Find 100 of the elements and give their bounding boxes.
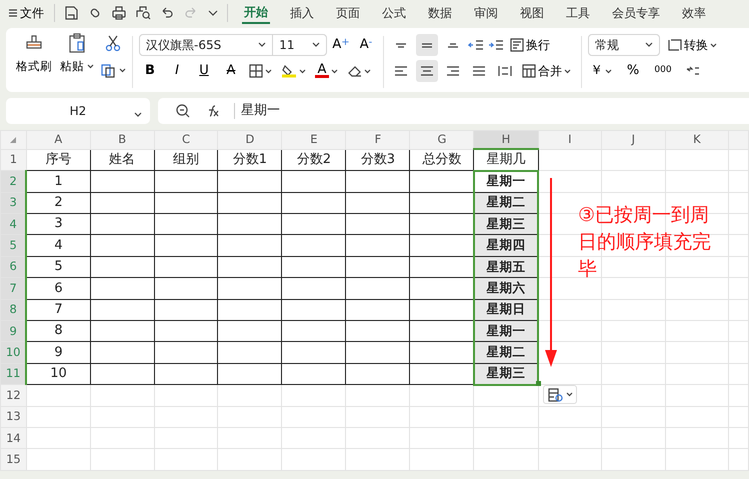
italic-button[interactable]: I <box>166 60 188 82</box>
ribbon-tab[interactable]: 插入 <box>288 3 316 23</box>
column-header[interactable]: D <box>218 130 282 150</box>
ribbon-tab[interactable]: 会员专享 <box>610 3 662 23</box>
table-cell: 7 <box>26 299 90 320</box>
ribbon-tab[interactable]: 数据 <box>426 3 454 23</box>
ribbon-tab[interactable]: 效率 <box>680 3 708 23</box>
file-menu[interactable]: 文件 <box>6 3 46 23</box>
table-cell: 星期二 <box>474 342 538 364</box>
paint-bucket-icon <box>281 63 297 79</box>
table-cell: 星期三 <box>474 214 538 235</box>
column-header[interactable]: G <box>410 130 474 150</box>
wrap-text-button[interactable]: 换行 <box>508 34 552 56</box>
table-cell: 3 <box>26 214 90 235</box>
ribbon-tab[interactable]: 审阅 <box>472 3 500 23</box>
fill-handle[interactable] <box>536 381 541 386</box>
table-cell: 星期四 <box>474 234 538 256</box>
row-header[interactable]: 1 <box>0 149 26 171</box>
vertical-align-button[interactable] <box>416 34 438 56</box>
align-icon <box>498 66 512 76</box>
font-size-select[interactable]: 11 <box>272 34 327 56</box>
align-icon <box>421 42 433 48</box>
formula-field[interactable]: 星期一 <box>241 101 280 121</box>
align-icon <box>447 42 459 48</box>
table-cell: 8 <box>26 320 90 342</box>
currency-button[interactable]: ￥ <box>588 60 614 82</box>
bold-button[interactable]: B <box>139 60 161 82</box>
shrink-font-button[interactable]: A$^{-}$ <box>355 34 377 56</box>
grow-font-button[interactable]: A$^{+}$ <box>330 34 352 56</box>
chevron-icon <box>645 42 653 48</box>
table-cell: 星期一 <box>474 170 538 192</box>
underline-button[interactable]: U <box>193 60 215 82</box>
ribbon-tab[interactable]: 工具 <box>564 3 592 23</box>
table-cell: 5 <box>26 256 90 278</box>
table-cell: 10 <box>26 363 90 385</box>
row-header[interactable]: 15 <box>0 448 26 470</box>
column-header[interactable]: F <box>346 130 410 150</box>
align-icon <box>394 66 408 76</box>
font-color-button[interactable]: A <box>313 60 340 82</box>
caret-icon <box>119 68 126 72</box>
thousands-separator-button[interactable]: 000 <box>652 60 674 82</box>
eraser-icon <box>347 64 362 78</box>
print-preview-icon[interactable] <box>135 5 151 21</box>
select-all-corner[interactable] <box>0 130 26 150</box>
strikethrough-button[interactable]: A <box>220 60 242 82</box>
table-cell: 星期日 <box>474 299 538 320</box>
print-icon[interactable] <box>111 5 127 21</box>
caret-icon <box>299 68 306 74</box>
convert-button[interactable]: 转换 <box>666 34 719 56</box>
zoom-icon[interactable] <box>176 104 190 118</box>
paste-button[interactable]: 粘贴 <box>57 32 97 76</box>
align-icon <box>395 42 407 48</box>
ribbon-tab[interactable]: 视图 <box>518 3 546 23</box>
horizontal-align-button[interactable] <box>416 60 438 82</box>
column-header[interactable]: J <box>602 130 666 150</box>
align-icon <box>446 66 460 76</box>
column-header[interactable]: C <box>154 130 218 150</box>
indent-icon[interactable] <box>488 38 504 52</box>
table-cell: 4 <box>26 234 90 256</box>
number-format-select[interactable]: 常规 <box>588 34 660 56</box>
wrap-icon <box>510 38 524 52</box>
caret-icon <box>265 68 272 74</box>
table-cell: 9 <box>26 342 90 364</box>
table-cell: 2 <box>26 192 90 214</box>
caret-icon <box>605 68 612 74</box>
column-header[interactable]: K <box>665 130 729 150</box>
table-cell: 星期一 <box>474 320 538 342</box>
caret-icon <box>710 42 717 48</box>
font-select[interactable]: 汉仪旗黑-65S <box>139 34 274 56</box>
fill-options-icon <box>548 388 564 402</box>
format-painter-button[interactable]: 格式刷 <box>14 32 54 76</box>
merge-button[interactable]: 合并 <box>520 60 573 82</box>
column-header[interactable]: B <box>90 130 154 150</box>
fill-options-button[interactable] <box>543 385 577 404</box>
caret-icon <box>87 64 94 70</box>
column-header[interactable]: E <box>282 130 346 150</box>
row-header[interactable]: 13 <box>0 406 26 428</box>
copy-icon[interactable] <box>100 62 116 78</box>
row-header[interactable]: 14 <box>0 427 26 449</box>
name-box[interactable]: H2 <box>6 98 150 124</box>
column-header[interactable]: H <box>474 130 538 150</box>
caret-icon <box>331 68 338 74</box>
ribbon-tab[interactable]: 页面 <box>334 3 362 23</box>
table-cell: 分数3 <box>346 149 410 171</box>
outdent-icon[interactable] <box>468 38 484 52</box>
ribbon-tab[interactable]: 开始 <box>242 2 270 24</box>
cut-icon[interactable] <box>104 34 122 52</box>
column-header[interactable]: A <box>26 130 90 150</box>
table-cell: 组别 <box>154 149 218 171</box>
save-icon[interactable] <box>63 5 79 21</box>
caret-icon <box>566 392 572 397</box>
table-cell: 姓名 <box>90 149 154 171</box>
row-header[interactable]: 12 <box>0 384 26 406</box>
chevron-icon <box>134 112 142 118</box>
ribbon-tab[interactable]: 公式 <box>380 3 408 23</box>
percent-button[interactable]: % <box>622 60 644 82</box>
table-cell: 分数1 <box>218 149 282 171</box>
decimal-arrow-icon <box>686 65 700 77</box>
column-header[interactable]: I <box>538 130 602 150</box>
table-cell: 总分数 <box>410 149 474 171</box>
